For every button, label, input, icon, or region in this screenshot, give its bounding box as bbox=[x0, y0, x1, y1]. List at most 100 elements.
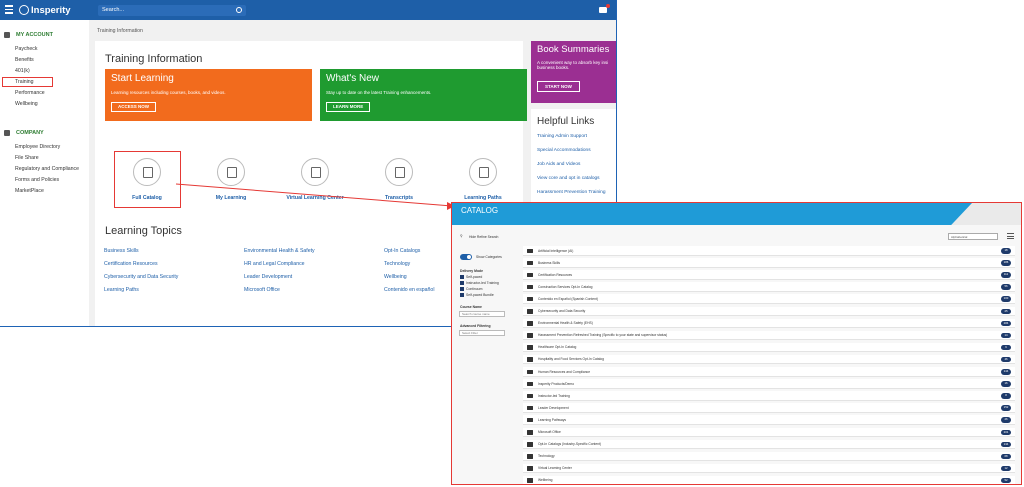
topic-link[interactable]: Business Skills bbox=[104, 248, 139, 254]
category-row[interactable]: Leader Development 152 bbox=[523, 403, 1015, 413]
category-name: Instructor-led Training bbox=[538, 393, 570, 398]
category-name: Insperity Products/Demo bbox=[538, 381, 575, 386]
sidebar-item-file-share[interactable]: File Share bbox=[15, 155, 39, 161]
topic-link[interactable]: Learning Paths bbox=[104, 287, 139, 293]
category-row[interactable]: Certification Resources 112 bbox=[523, 270, 1015, 280]
category-row[interactable]: Healthcare Opt-In Catalog 6 bbox=[523, 342, 1015, 353]
my-learning-link[interactable]: My Learning bbox=[196, 158, 266, 201]
category-name: Leader Development bbox=[538, 405, 569, 410]
sidebar: MY ACCOUNT Paycheck Benefits 401(k) Trai… bbox=[0, 20, 89, 326]
course-name-input[interactable]: Search course name bbox=[459, 311, 505, 317]
checkbox[interactable] bbox=[460, 275, 464, 279]
helpful-link[interactable]: Training Admin Support bbox=[537, 134, 587, 139]
category-row[interactable]: Opt-In Catalogs (Industry-Specific Conte… bbox=[523, 439, 1015, 450]
sidebar-item-benefits[interactable]: Benefits bbox=[15, 57, 34, 63]
category-row[interactable]: Virtual Learning Center 12 bbox=[523, 463, 1015, 474]
category-row[interactable]: Insperity Products/Demo 16 bbox=[523, 379, 1015, 389]
search-input[interactable]: Search... bbox=[98, 5, 246, 16]
delivery-mode-option: Self-paced Bundle bbox=[466, 293, 494, 297]
filter-icon[interactable]: ⚲ bbox=[460, 234, 462, 238]
catalog-filters: ⚲ Hide Refine Search Show Categories Del… bbox=[452, 225, 514, 484]
sidebar-item-paycheck[interactable]: Paycheck bbox=[15, 46, 38, 52]
folder-icon bbox=[527, 381, 533, 387]
sidebar-item-training[interactable]: Training bbox=[15, 79, 34, 85]
brand-logo[interactable]: Insperity bbox=[19, 4, 71, 16]
course-name-title: Course Name bbox=[460, 305, 482, 309]
topic-link[interactable]: Leader Development bbox=[244, 274, 292, 280]
delivery-mode-title: Delivery Mode bbox=[460, 269, 483, 273]
catalog-header-band bbox=[452, 203, 972, 225]
folder-icon bbox=[527, 442, 533, 447]
training-card: Training Information Start Learning Lear… bbox=[95, 41, 527, 221]
checkbox[interactable] bbox=[460, 293, 464, 297]
topic-link[interactable]: Technology bbox=[384, 261, 410, 267]
folder-icon bbox=[527, 284, 533, 290]
category-count-badge: 14 bbox=[1001, 332, 1011, 339]
show-categories-label: Show Categories bbox=[476, 255, 502, 259]
topic-link[interactable]: Opt-In Catalogs bbox=[384, 248, 420, 254]
category-row[interactable]: Wellbeing 52 bbox=[523, 475, 1015, 484]
learn-more-button[interactable]: LEARN MORE bbox=[326, 102, 371, 112]
topic-link[interactable]: Microsoft Office bbox=[244, 287, 280, 293]
sidebar-item-regulatory[interactable]: Regulatory and Compliance bbox=[15, 166, 79, 172]
sidebar-item-marketplace[interactable]: MarketPlace bbox=[15, 188, 44, 194]
sidebar-item-forms[interactable]: Forms and Policies bbox=[15, 177, 59, 183]
learning-paths-link[interactable]: Learning Paths bbox=[448, 158, 518, 201]
list-view-icon[interactable] bbox=[1007, 233, 1014, 239]
delivery-mode-option: Self-paced bbox=[466, 275, 483, 279]
category-count-badge: 100 bbox=[1001, 296, 1011, 302]
top-bar: Insperity Search... bbox=[0, 0, 616, 20]
category-row[interactable]: Learning Pathways 26 bbox=[523, 415, 1015, 425]
folder-icon bbox=[527, 260, 533, 266]
transcripts-icon bbox=[385, 158, 413, 186]
category-name: Business Skills bbox=[538, 260, 560, 265]
advanced-filter-select[interactable]: Select Filter bbox=[459, 330, 505, 336]
book-summaries-title: Book Summaries bbox=[537, 44, 610, 55]
sidebar-item-performance[interactable]: Performance bbox=[15, 90, 45, 96]
hide-refine-search[interactable]: Hide Refine Search bbox=[469, 235, 498, 239]
folder-icon bbox=[527, 405, 533, 411]
access-now-button[interactable]: ACCESS NOW bbox=[111, 102, 157, 112]
category-name: Wellbeing bbox=[538, 478, 553, 483]
sidebar-item-wellbeing[interactable]: Wellbeing bbox=[15, 101, 38, 107]
helpful-link[interactable]: Harassment Prevention Training bbox=[537, 190, 606, 195]
topic-link[interactable]: Cybersecurity and Data Security bbox=[104, 274, 178, 280]
topic-link[interactable]: Wellbeing bbox=[384, 274, 407, 280]
folder-icon bbox=[527, 430, 533, 435]
category-row[interactable]: Human Resources and Compliance 144 bbox=[523, 367, 1015, 377]
category-name: Cybersecurity and Data Security bbox=[538, 309, 586, 313]
topic-link[interactable]: Environmental Health & Safety bbox=[244, 248, 315, 254]
category-row[interactable]: Environmental Health & Safety (EHS) 284 bbox=[523, 318, 1015, 329]
show-categories-toggle[interactable] bbox=[460, 254, 472, 260]
topic-link[interactable]: HR and Legal Compliance bbox=[244, 261, 305, 267]
helpful-link[interactable]: Special Accommodations bbox=[537, 148, 591, 153]
book-summaries-tile: Book Summaries A convenient way to absor… bbox=[531, 41, 616, 103]
category-row[interactable]: Microsoft Office 201 bbox=[523, 427, 1015, 437]
category-count-badge: 46 bbox=[1001, 356, 1011, 363]
category-row[interactable]: Cybersecurity and Data Security 25 bbox=[523, 306, 1015, 316]
category-row[interactable]: Construction Services Opt-In Catalog 56 bbox=[523, 282, 1015, 292]
sidebar-item-employee-directory[interactable]: Employee Directory bbox=[15, 144, 60, 150]
virtual-learning-link[interactable]: Virtual Learning Center bbox=[280, 158, 350, 201]
checkbox[interactable] bbox=[460, 287, 464, 291]
category-row[interactable]: Instructor-led Training 8 bbox=[523, 391, 1015, 401]
topic-link[interactable]: Contenido en español bbox=[384, 287, 434, 293]
sidebar-item-401k[interactable]: 401(k) bbox=[15, 68, 30, 74]
helpful-link[interactable]: Job Aids and Videos bbox=[537, 162, 580, 167]
menu-icon[interactable] bbox=[5, 5, 13, 14]
category-row[interactable]: Contenido en Español (Spanish Content) 10… bbox=[523, 294, 1015, 304]
category-row[interactable]: Harassment Prevention Refreshed Training… bbox=[523, 330, 1015, 341]
mail-icon[interactable] bbox=[599, 4, 610, 13]
category-row[interactable]: Technology 68 bbox=[523, 451, 1015, 462]
transcripts-link[interactable]: Transcripts bbox=[364, 158, 434, 201]
category-row[interactable]: Artificial Intelligence (AI) 18 bbox=[523, 246, 1015, 256]
helpful-link[interactable]: View core and opt in catalogs bbox=[537, 176, 600, 181]
sort-select[interactable]: Alphabetical bbox=[948, 233, 998, 240]
start-now-button[interactable]: START NOW bbox=[537, 81, 580, 92]
category-row[interactable]: Business Skills 186 bbox=[523, 258, 1015, 268]
search-icon[interactable] bbox=[236, 7, 242, 13]
category-row[interactable]: Hospitality and Food Services Opt-In Cat… bbox=[523, 354, 1015, 365]
topic-link[interactable]: Certification Resources bbox=[104, 261, 158, 267]
category-name: Contenido en Español (Spanish Content) bbox=[538, 296, 598, 301]
checkbox[interactable] bbox=[460, 281, 464, 285]
